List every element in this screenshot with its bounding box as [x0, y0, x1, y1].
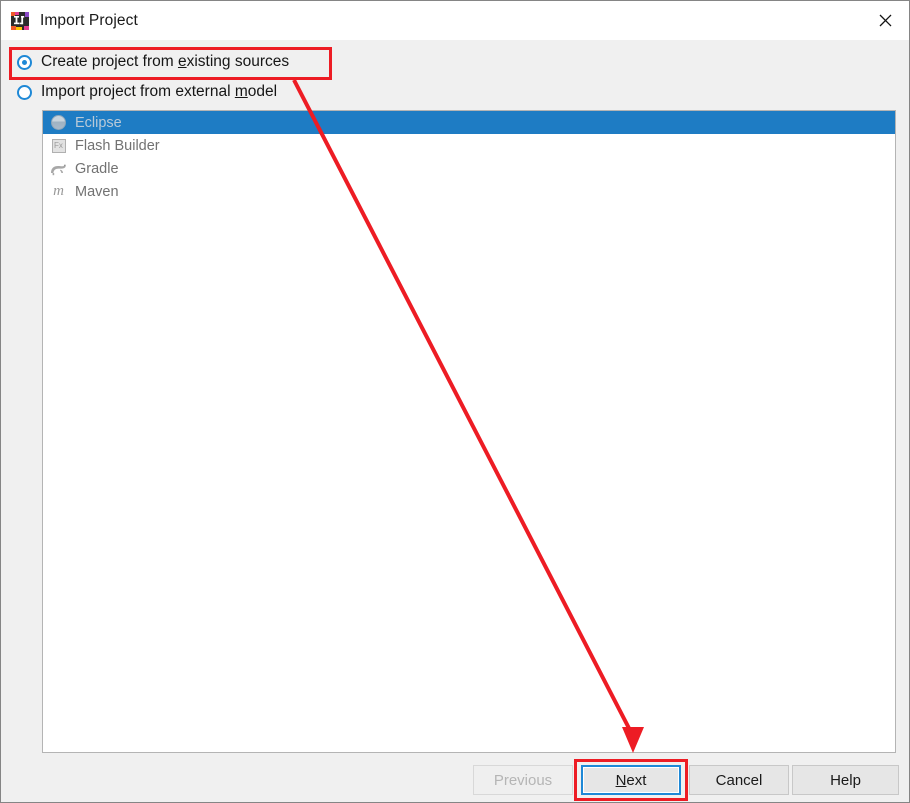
title-bar: Import Project	[1, 1, 909, 40]
eclipse-icon	[50, 114, 67, 131]
cancel-button[interactable]: Cancel	[689, 765, 789, 795]
previous-button[interactable]: Previous	[473, 765, 573, 795]
radio-indicator-unselected	[17, 84, 32, 100]
list-item[interactable]: Fx Flash Builder	[43, 134, 895, 157]
radio-label-external: Import project from external model	[41, 83, 277, 101]
help-button[interactable]: Help	[792, 765, 899, 795]
radio-existing-text-after: xisting sources	[186, 53, 290, 70]
intellij-idea-icon	[10, 11, 30, 31]
radio-existing-mnemonic: e	[177, 53, 187, 70]
close-icon[interactable]	[862, 1, 909, 39]
import-project-dialog: Import Project Create project from exist…	[0, 0, 910, 803]
dialog-content: Create project from existing sources Imp…	[1, 40, 909, 802]
radio-label-existing: Create project from existing sources	[41, 53, 289, 71]
external-model-list[interactable]: Eclipse Fx Flash Builder Gradle m Maven	[42, 110, 896, 753]
flash-builder-icon: Fx	[50, 137, 67, 154]
list-item-label: Eclipse	[75, 114, 122, 131]
radio-external-text-before: Import project from external	[41, 83, 235, 100]
window-title: Import Project	[40, 11, 138, 29]
next-button-label: Next	[616, 772, 647, 789]
radio-external-mnemonic: m	[234, 83, 248, 100]
list-item-label: Gradle	[75, 160, 119, 177]
gradle-icon	[50, 160, 67, 177]
list-item-label: Maven	[75, 183, 119, 200]
next-mnemonic: N	[615, 771, 627, 789]
radio-indicator-selected	[17, 54, 32, 70]
list-item-label: Flash Builder	[75, 137, 160, 154]
list-item[interactable]: m Maven	[43, 180, 895, 203]
next-button[interactable]: Next	[581, 765, 681, 795]
next-text-after: ext	[626, 771, 647, 789]
maven-icon: m	[53, 183, 64, 199]
list-item[interactable]: Eclipse	[43, 111, 895, 134]
radio-create-from-existing-sources[interactable]: Create project from existing sources	[17, 51, 289, 73]
radio-existing-text-before: Create project from	[41, 53, 178, 70]
dialog-button-bar: Previous Next Cancel Help	[1, 762, 909, 802]
radio-external-text-after: odel	[247, 83, 278, 100]
list-item[interactable]: Gradle	[43, 157, 895, 180]
radio-import-from-external-model[interactable]: Import project from external model	[17, 81, 277, 103]
